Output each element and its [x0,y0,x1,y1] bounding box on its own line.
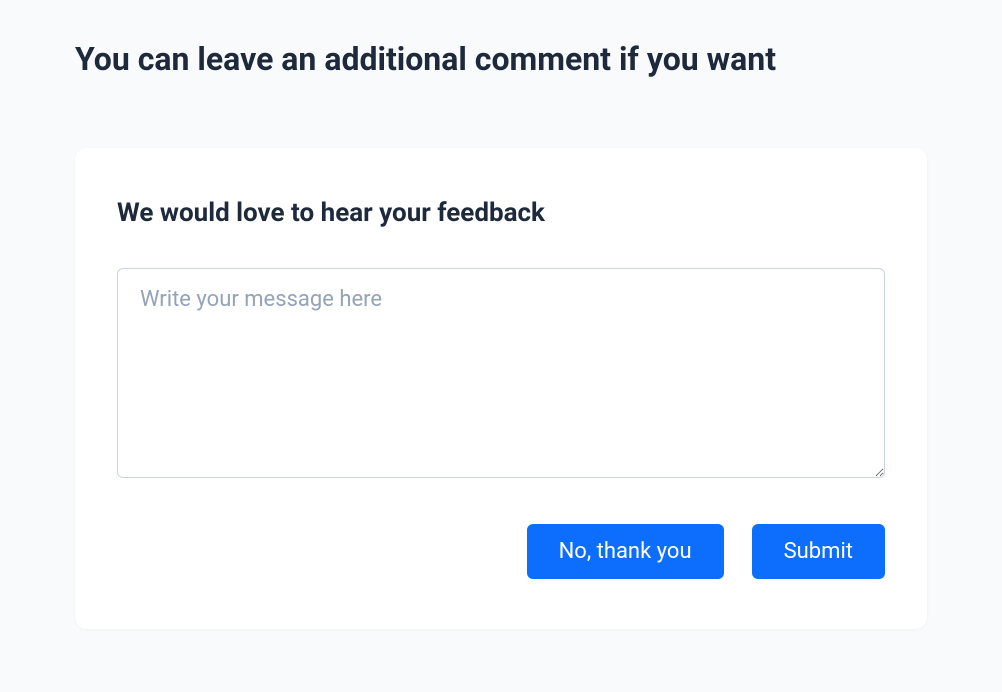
feedback-card: We would love to hear your feedback No, … [75,148,927,629]
submit-button[interactable]: Submit [752,524,885,579]
button-row: No, thank you Submit [117,524,885,579]
card-title: We would love to hear your feedback [117,198,885,228]
page-title: You can leave an additional comment if y… [75,40,927,78]
feedback-textarea[interactable] [117,268,885,478]
dismiss-button[interactable]: No, thank you [527,524,724,579]
